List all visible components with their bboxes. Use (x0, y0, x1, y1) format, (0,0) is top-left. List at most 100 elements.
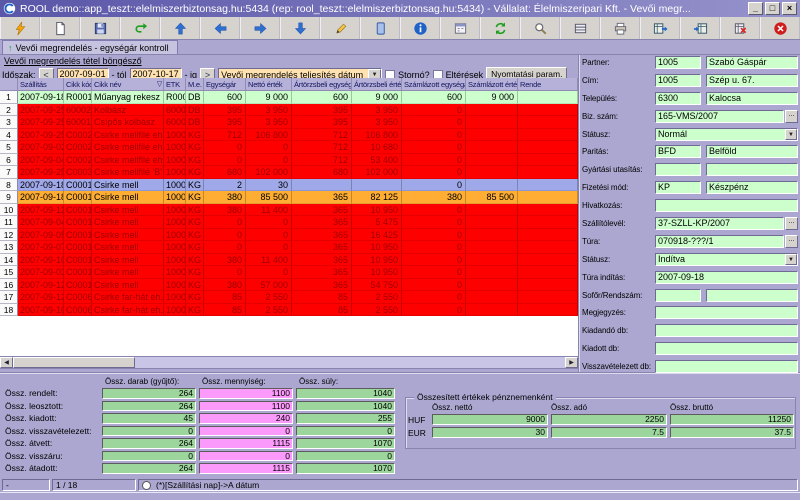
column-header-egysegar[interactable]: Egységár (204, 78, 246, 91)
table-row[interactable]: 152007-09-03C0001Csirke mell10001KG00365… (0, 266, 578, 279)
panel-field-hivatkozas: Hivatkozás: (582, 199, 798, 213)
table-row[interactable]: 182007-09-10C0006Csirke far-hát eh.10006… (0, 303, 578, 316)
row-number-cell: 10 (0, 203, 18, 216)
column-header-cikk-nev[interactable]: Cikk név ▽ (92, 78, 164, 91)
refresh-button[interactable] (480, 17, 520, 39)
dropdown-arrow-icon[interactable]: ▼ (785, 253, 797, 265)
grid-rows-button[interactable] (560, 17, 600, 39)
table-row[interactable]: 122007-09-05C0001Csirke mell10001KG00365… (0, 228, 578, 241)
horizontal-scrollbar[interactable]: ◀ ▶ (0, 356, 578, 368)
dropdown-arrow-icon[interactable]: ▼ (785, 128, 797, 140)
column-header-artorzsbeli-egysegar[interactable]: Ártörzsbeli egységár (292, 78, 352, 91)
table-row[interactable]: 132007-09-07C0001Csirke mell10001KG00365… (0, 241, 578, 254)
tab-vevoi-megrendeles[interactable]: ↑ Vevői megrendelés - egységár kontroll (2, 40, 178, 54)
row-number-cell: 7 (0, 166, 18, 179)
panel-field-sofor-rendszam: Sofőr/Rendszám: (582, 288, 798, 302)
column-header-artorzsbeli-ertek[interactable]: Ártörzsbeli érték (352, 78, 402, 91)
panel-dropdown-tura-statusz[interactable]: Indítva ▼ (655, 252, 798, 266)
exit-button[interactable] (760, 17, 800, 39)
table-row[interactable]: 42007-09-25C0002Csirke mellfilé eh.10002… (0, 128, 578, 141)
new-document-button[interactable] (40, 17, 80, 39)
column-header-szallitas[interactable]: Szállítás (18, 78, 64, 91)
ellipsis-button[interactable]: ... (785, 234, 798, 248)
column-header-cikk-kod[interactable]: Cikk kód (64, 78, 92, 91)
table-row[interactable]: 172007-09-12C0006Csirke far-hát eh.10006… (0, 291, 578, 304)
table-import-button[interactable] (680, 17, 720, 39)
column-header-me[interactable]: M.e. (186, 78, 204, 91)
edit-button[interactable] (320, 17, 360, 39)
scroll-right-button[interactable]: ▶ (565, 357, 578, 368)
scrollbar-track[interactable] (13, 357, 565, 368)
table-row[interactable]: 52007-09-02C0002Csirke mellfilé eh.10002… (0, 141, 578, 154)
nav-up-button[interactable] (160, 17, 200, 39)
arrow-left-icon (213, 21, 228, 36)
tab-up-arrow-icon: ↑ (8, 42, 13, 53)
panel-field-paritas: Paritás: BFD Belföld (582, 145, 798, 159)
column-header-rendelt[interactable]: Rende (518, 78, 578, 91)
save-button[interactable] (80, 17, 120, 39)
table-row[interactable]: 92007-09-18C0001Csirke mell10001KG38085 … (0, 191, 578, 204)
panel-field-biz-szam: Biz. szám: 165-VMS/2007... (582, 109, 798, 123)
table-row[interactable]: 72007-09-25C0003Csirke mellfilé 'B' eh.1… (0, 166, 578, 179)
scroll-left-button[interactable]: ◀ (0, 357, 13, 368)
undo-button[interactable] (120, 17, 160, 39)
table-row[interactable]: 22007-09-2560002Kolbász60003DB3953 95039… (0, 103, 578, 116)
sort-indicator-icon: ▽ (156, 81, 162, 88)
table-export-button[interactable] (640, 17, 680, 39)
panel-dropdown-statusz[interactable]: Normál ▼ (655, 127, 798, 141)
vertical-splitter[interactable] (578, 55, 580, 372)
column-header-szamlazott-egysegar[interactable]: Számlázott egységár (402, 78, 466, 91)
tab-label: Vevői megrendelés - egységár kontroll (15, 42, 169, 53)
table-row[interactable]: 82007-09-18C0001Csirke mell10001KG2300 (0, 178, 578, 191)
column-header-netto-ertek[interactable]: Nettó érték (246, 78, 292, 91)
nav-right-button[interactable] (240, 17, 280, 39)
table-row[interactable]: 12007-09-18R0001Műanyag rekeszR0001DB600… (0, 91, 578, 104)
close-button[interactable]: × (782, 2, 797, 15)
table-row[interactable]: 102007-09-12C0001Csirke mell10001KG38011… (0, 203, 578, 216)
summary-row: Össz. átvett: 264 1115 1070 (2, 438, 404, 449)
panel-field-tura-inditas: Túra indítás: 2007-09-18 (582, 270, 798, 284)
summary-column-headers: Össz. darab (gyűjtő): Össz. mennyiség: Öss… (105, 377, 339, 386)
edit-pencil-icon (333, 21, 348, 36)
lightning-button[interactable] (0, 17, 40, 39)
scrollbar-thumb[interactable] (13, 357, 135, 368)
arrow-up-icon (173, 21, 188, 36)
column-header-szamlazott-ertek[interactable]: Számlázott érték (466, 78, 518, 91)
search-button[interactable] (520, 17, 560, 39)
summary-row: Össz. visszáru: 0 0 0 (2, 450, 404, 461)
panel-field-tura-statusz: Státusz: Indítva ▼ (582, 252, 798, 266)
table-row[interactable]: 142007-09-10C0001Csirke mell10001KG38011… (0, 253, 578, 266)
calendar-button[interactable] (440, 17, 480, 39)
row-number-cell: 9 (0, 191, 18, 204)
table-row[interactable]: 32007-09-2560001Csípős kolbász60002DB395… (0, 116, 578, 129)
column-header-etk[interactable]: ETK (164, 78, 186, 91)
row-number-cell: 6 (0, 153, 18, 166)
restore-button[interactable]: □ (765, 2, 780, 15)
minimize-button[interactable]: _ (748, 2, 763, 15)
table-remove-button[interactable] (720, 17, 760, 39)
info-button[interactable] (400, 17, 440, 39)
row-number-cell: 3 (0, 116, 18, 129)
status-bar: -v1.93pre4X 1 / 18 (*)[Szállítási nap]->… (0, 478, 800, 500)
print-button[interactable] (600, 17, 640, 39)
row-number-cell: 12 (0, 228, 18, 241)
column-header-rownum[interactable] (0, 78, 18, 91)
titlebar[interactable]: ROOL demo::app_teszt::elelmiszerbiztonsa… (0, 0, 800, 17)
panel-field-tura: Túra: 070918-???/1... (582, 234, 798, 248)
copy-document-button[interactable] (360, 17, 400, 39)
version-label: -v1.93pre4X (2, 479, 50, 500)
table-row[interactable]: 112007-09-04C0001Csirke mell10001KG00365… (0, 216, 578, 229)
table-row[interactable]: 62007-09-04C0002Csirke mellfilé eh.10002… (0, 153, 578, 166)
summary-row: Össz. kiadott: 45 240 255 (2, 413, 404, 424)
tab-bar: ↑ Vevői megrendelés - egységár kontroll (0, 40, 800, 55)
info-icon (413, 21, 428, 36)
date-mode-radio[interactable] (142, 480, 151, 490)
nav-left-button[interactable] (200, 17, 240, 39)
panel-field-megjegyzes: Megjegyzés: (582, 306, 798, 320)
table-row[interactable]: 162007-09-12C0001Csirke mell10001KG38057… (0, 278, 578, 291)
row-number-cell: 17 (0, 291, 18, 304)
nav-down-button[interactable] (280, 17, 320, 39)
panel-field-telepules: Település: 6300 Kalocsa (582, 91, 798, 105)
ellipsis-button[interactable]: ... (785, 217, 798, 231)
ellipsis-button[interactable]: ... (785, 109, 798, 123)
